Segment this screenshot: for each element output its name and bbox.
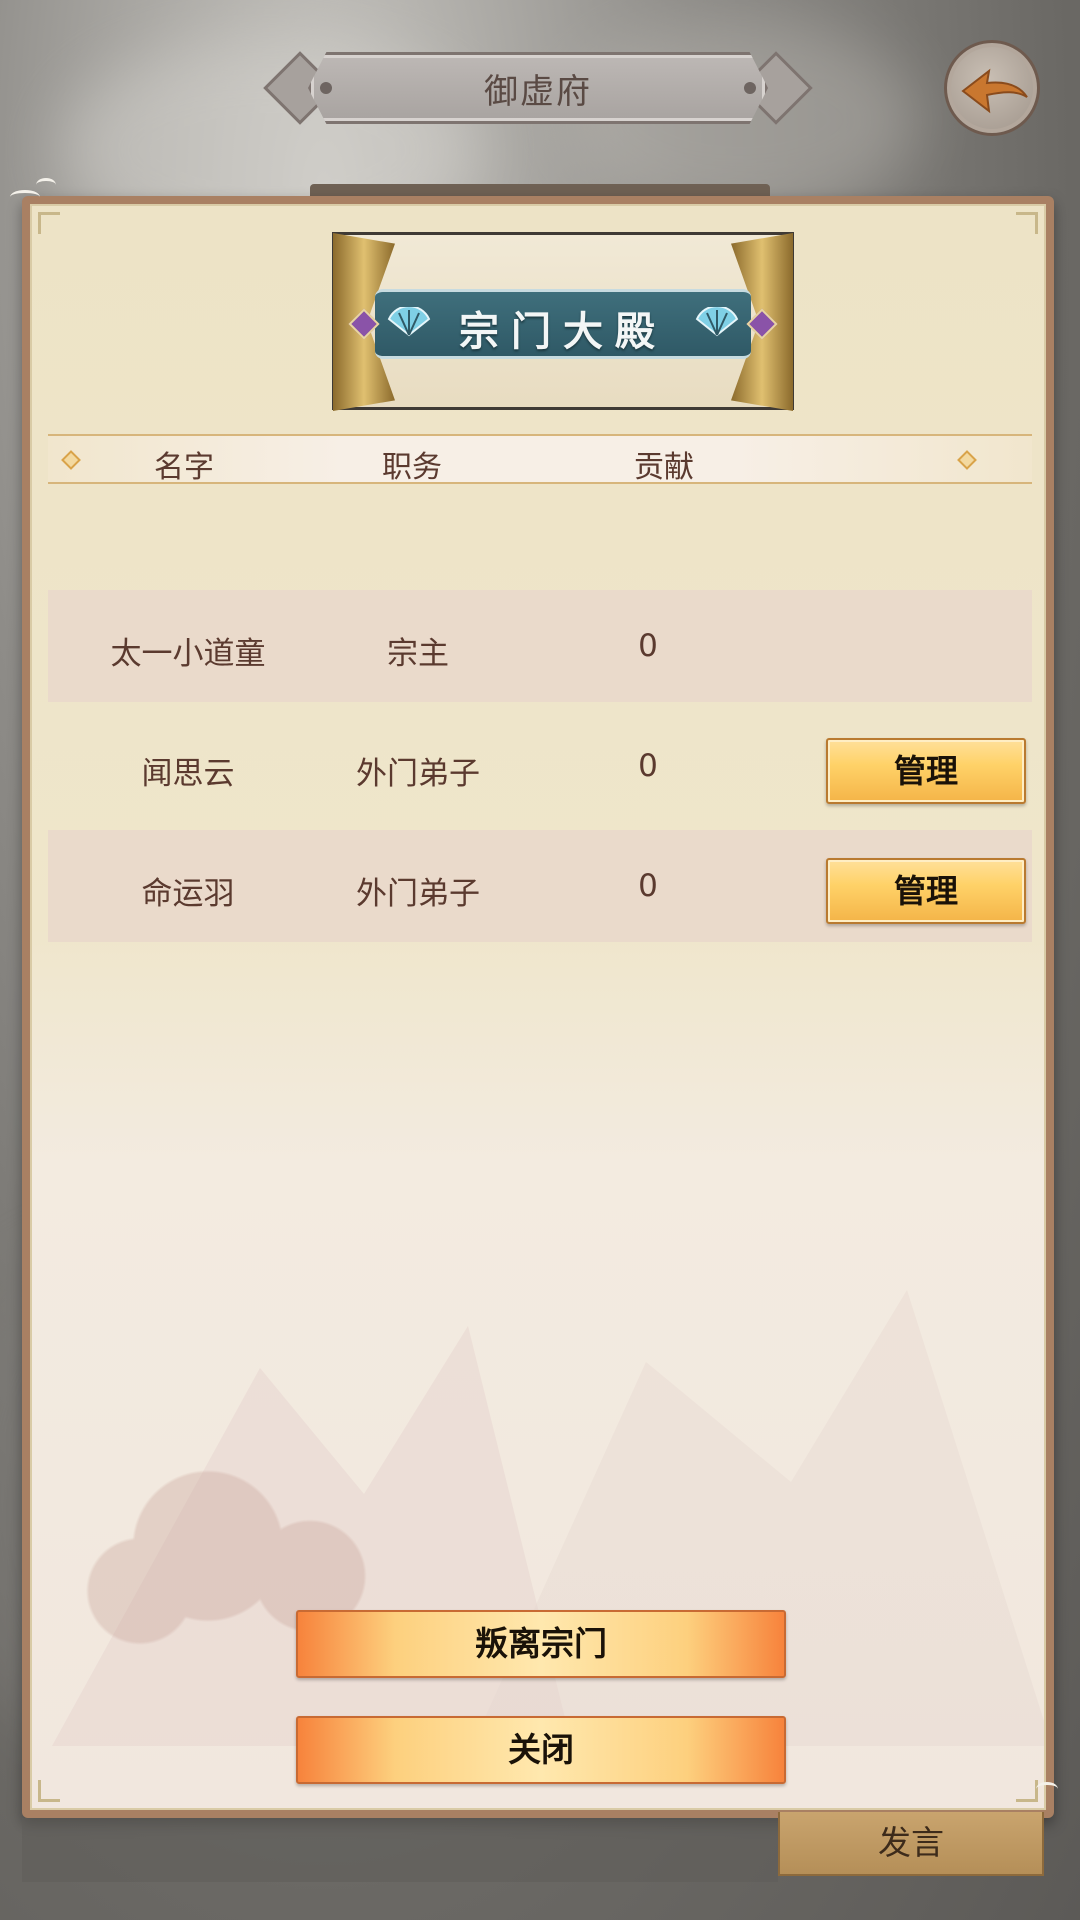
- bird-decor: [36, 178, 56, 192]
- sect-hall-panel: 宗门大殿 名字 职务 贡献 太一小道童 宗主 0 闻思云 外门弟子 0 管理 命…: [22, 196, 1054, 1818]
- diamond-icon: [957, 450, 977, 470]
- member-contribution: 0: [638, 868, 658, 904]
- table-row: 太一小道童 宗主 0: [48, 590, 1032, 702]
- manage-button[interactable]: 管理: [826, 738, 1026, 804]
- leave-sect-button[interactable]: 叛离宗门: [296, 1610, 786, 1678]
- column-role: 职务: [382, 450, 442, 485]
- column-name: 名字: [154, 450, 214, 485]
- member-name: 命运羽: [141, 876, 235, 912]
- banner-title: 宗门大殿: [459, 309, 667, 355]
- location-plaque: 御虚府: [263, 48, 813, 128]
- tree-decor: [72, 1456, 412, 1756]
- member-role: 外门弟子: [356, 756, 480, 792]
- chat-bar: [22, 1818, 778, 1882]
- member-role: 外门弟子: [356, 876, 480, 912]
- table-row: 闻思云 外门弟子 0 管理: [48, 710, 1032, 822]
- speak-button[interactable]: 发言: [778, 1812, 1044, 1876]
- member-name: 闻思云: [141, 756, 235, 792]
- bird-decor: [10, 190, 40, 204]
- bird-decor: [1036, 1782, 1058, 1796]
- hall-banner: 宗门大殿: [332, 232, 794, 411]
- back-arrow-icon: [961, 68, 1028, 114]
- table-row: 命运羽 外门弟子 0 管理: [48, 830, 1032, 942]
- manage-button[interactable]: 管理: [826, 858, 1026, 924]
- member-contribution: 0: [638, 748, 658, 784]
- member-role: 宗主: [387, 636, 449, 672]
- diamond-icon: [61, 450, 81, 470]
- close-button[interactable]: 关闭: [296, 1716, 786, 1784]
- member-contribution: 0: [638, 628, 658, 664]
- table-header: 名字 职务 贡献: [48, 434, 1032, 485]
- location-title: 御虚府: [484, 72, 592, 112]
- column-contribution: 贡献: [634, 450, 694, 485]
- back-button[interactable]: [944, 40, 1040, 136]
- member-name: 太一小道童: [110, 636, 266, 672]
